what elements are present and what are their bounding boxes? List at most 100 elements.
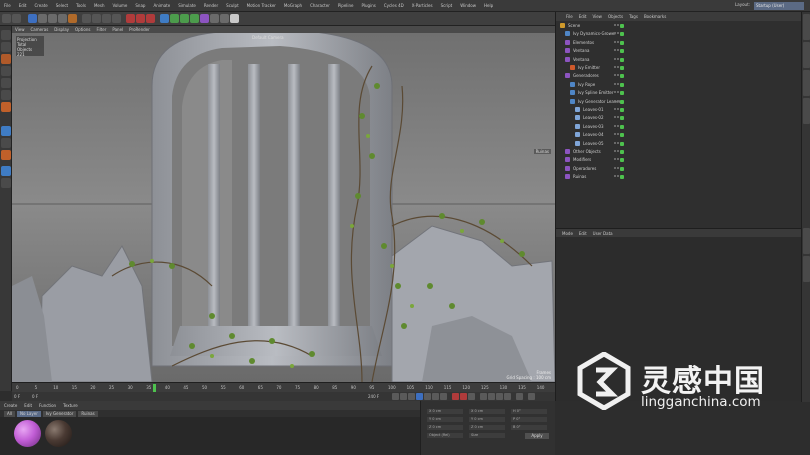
material-swatch-mat[interactable] bbox=[14, 420, 41, 447]
structure-tab[interactable] bbox=[803, 98, 810, 124]
enabled-check-icon[interactable] bbox=[620, 108, 624, 112]
live-selection-icon[interactable] bbox=[28, 14, 37, 23]
attribute-menu-item-edit[interactable]: Edit bbox=[579, 231, 587, 236]
enabled-check-icon[interactable] bbox=[620, 32, 624, 37]
deformer-icon[interactable] bbox=[200, 14, 209, 23]
render-settings-icon[interactable] bbox=[146, 14, 155, 23]
move-icon[interactable] bbox=[38, 14, 47, 23]
object-row[interactable]: Leaves-03 bbox=[556, 123, 802, 131]
workplane-icon[interactable] bbox=[1, 66, 11, 76]
object-row[interactable]: Ivy Dynamics-Grower bbox=[556, 30, 802, 38]
prev-frame-icon[interactable] bbox=[408, 393, 415, 400]
locked-workplane-icon[interactable] bbox=[1, 166, 11, 176]
enabled-check-icon[interactable] bbox=[620, 66, 624, 70]
object-row[interactable]: Leaves-02 bbox=[556, 114, 802, 122]
object-row[interactable]: Leaves-04 bbox=[556, 131, 802, 139]
viewport-menu-item-panel[interactable]: Panel bbox=[112, 27, 123, 32]
enabled-check-icon[interactable] bbox=[620, 141, 624, 146]
array-icon[interactable] bbox=[190, 14, 199, 23]
timeline-playhead[interactable] bbox=[153, 384, 156, 392]
enabled-check-icon[interactable] bbox=[620, 133, 624, 138]
editor-visibility-dot[interactable] bbox=[614, 133, 616, 136]
editor-visibility-dot[interactable] bbox=[614, 158, 616, 161]
enabled-check-icon[interactable] bbox=[620, 24, 624, 28]
object-name[interactable]: Scene bbox=[568, 22, 580, 30]
material-tab-no-layer[interactable]: No Layer bbox=[16, 410, 41, 417]
current-frame-field[interactable]: 0 F bbox=[14, 394, 20, 399]
render-visibility-dot[interactable] bbox=[617, 99, 619, 102]
menu-item-render[interactable]: Render bbox=[204, 3, 218, 8]
floor-icon[interactable] bbox=[210, 14, 219, 23]
menu-item-tools[interactable]: Tools bbox=[76, 3, 86, 8]
render-visibility-dot[interactable] bbox=[617, 91, 619, 94]
material-swatch-mat-1[interactable] bbox=[45, 420, 72, 447]
size-z-field[interactable]: Z 0 cm bbox=[469, 425, 505, 430]
material-tab-all[interactable]: All bbox=[4, 410, 15, 417]
timeline-ruler[interactable]: 0 5 10 15 20 25 30 35 40 45 50 55 60 65 70 75 80 85 90 95 10… bbox=[12, 382, 555, 392]
editor-visibility-dot[interactable] bbox=[614, 74, 616, 77]
snap-icon[interactable] bbox=[1, 150, 11, 160]
menu-item-help[interactable]: Help bbox=[484, 3, 493, 8]
material-menu-item-create[interactable]: Create bbox=[4, 403, 17, 408]
viewport-menu-item-filter[interactable]: Filter bbox=[96, 27, 106, 32]
enabled-check-icon[interactable] bbox=[620, 57, 624, 62]
editor-visibility-dot[interactable] bbox=[614, 124, 616, 127]
enabled-check-icon[interactable] bbox=[620, 166, 624, 171]
enabled-check-icon[interactable] bbox=[620, 175, 624, 180]
viewport-menu-item-options[interactable]: Options bbox=[75, 27, 90, 32]
z-axis-icon[interactable] bbox=[102, 14, 111, 23]
menu-item-select[interactable]: Select bbox=[56, 3, 68, 8]
enabled-check-icon[interactable] bbox=[620, 124, 624, 129]
enabled-check-icon[interactable] bbox=[620, 158, 624, 163]
make-editable-icon[interactable] bbox=[1, 30, 11, 40]
goto-start-icon[interactable] bbox=[392, 393, 399, 400]
render-visibility-dot[interactable] bbox=[617, 116, 619, 119]
render-visibility-dot[interactable] bbox=[617, 158, 619, 161]
object-name[interactable]: Leaves-03 bbox=[583, 123, 604, 131]
enabled-check-icon[interactable] bbox=[620, 74, 624, 79]
render-visibility-dot[interactable] bbox=[617, 108, 619, 110]
apply-button[interactable]: Apply bbox=[525, 433, 549, 439]
object-row[interactable]: Elementos bbox=[556, 39, 802, 47]
render-view-icon[interactable] bbox=[126, 14, 135, 23]
menu-item-simulate[interactable]: Simulate bbox=[178, 3, 196, 8]
menu-item-snap[interactable]: Snap bbox=[135, 3, 145, 8]
menu-item-create[interactable]: Create bbox=[34, 3, 47, 8]
tweak-icon[interactable] bbox=[1, 138, 11, 148]
menu-item-script[interactable]: Script bbox=[441, 3, 453, 8]
size-y-field[interactable]: Y 0 cm bbox=[469, 417, 505, 422]
object-row[interactable]: Ivy Rope bbox=[556, 81, 802, 89]
render-visibility-dot[interactable] bbox=[617, 150, 619, 152]
coordinate-system-icon[interactable] bbox=[112, 14, 121, 23]
subdivision-icon[interactable] bbox=[180, 14, 189, 23]
viewport-menu-item-view[interactable]: View bbox=[15, 27, 25, 32]
enabled-check-icon[interactable] bbox=[620, 99, 624, 104]
viewport-menu-item-display[interactable]: Display bbox=[54, 27, 69, 32]
render-visibility-dot[interactable] bbox=[617, 49, 619, 52]
object-name[interactable]: Ivy Spline Emitter bbox=[578, 89, 614, 97]
render-picture-viewer-icon[interactable] bbox=[136, 14, 145, 23]
scale-key-icon[interactable] bbox=[488, 393, 495, 400]
object-name[interactable]: Ventana bbox=[573, 47, 589, 55]
editor-visibility-dot[interactable] bbox=[614, 99, 616, 102]
object-row[interactable]: Generadores bbox=[556, 72, 802, 80]
object-name[interactable]: Elementos bbox=[573, 39, 594, 47]
object-name[interactable]: Ivy Emitter bbox=[578, 64, 600, 72]
object-name[interactable]: Ivy Dynamics-Grower bbox=[573, 30, 616, 38]
attributes-tab[interactable] bbox=[803, 228, 810, 254]
pos-y-field[interactable]: Y 0 cm bbox=[427, 417, 463, 422]
object-row[interactable]: Ivy Spline Emitter bbox=[556, 89, 802, 97]
editor-visibility-dot[interactable] bbox=[614, 49, 616, 52]
object-row[interactable]: Leaves-01 bbox=[556, 106, 802, 114]
render-visibility-dot[interactable] bbox=[617, 133, 619, 136]
render-visibility-dot[interactable] bbox=[617, 124, 619, 127]
size-mode-dropdown[interactable]: Size bbox=[469, 433, 505, 438]
object-menu-item-bookmarks[interactable]: Bookmarks bbox=[644, 14, 666, 19]
object-menu-item-view[interactable]: View bbox=[592, 14, 602, 19]
editor-visibility-dot[interactable] bbox=[614, 40, 616, 43]
pos-z-field[interactable]: Z 0 cm bbox=[427, 425, 463, 430]
editor-visibility-dot[interactable] bbox=[614, 91, 616, 94]
objects-tab[interactable] bbox=[803, 14, 810, 40]
attribute-menu-item-mode[interactable]: Mode bbox=[562, 231, 573, 236]
rot-b-field[interactable]: B 0° bbox=[511, 425, 547, 430]
